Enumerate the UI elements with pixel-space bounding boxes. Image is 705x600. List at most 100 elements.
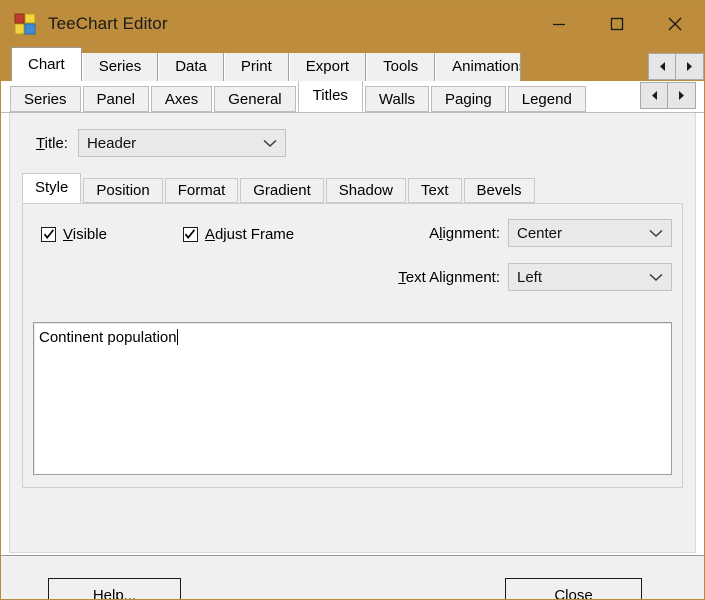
adjust-frame-accel: A — [204, 226, 215, 243]
style-panel: Visible Adjust Frame Alignment: Center T… — [22, 203, 683, 488]
scroll-right-icon — [679, 91, 684, 100]
text-alignment-label: Text Alignment: — [398, 269, 500, 286]
title-tab-bevels[interactable]: Bevels — [463, 178, 535, 203]
title-tab-text[interactable]: Text — [408, 178, 462, 203]
title-selector-value: Header — [86, 134, 137, 152]
title-tab-gradient[interactable]: Gradient — [240, 178, 324, 203]
tab-label: General — [228, 91, 282, 108]
tab-chart[interactable]: Chart — [11, 47, 82, 81]
tab-label: Style — [35, 179, 69, 196]
minimize-icon — [553, 23, 565, 26]
text-alignment-label-post: ext Alignment: — [405, 268, 500, 286]
title-tab-format[interactable]: Format — [164, 178, 239, 203]
title-text-editor[interactable]: Continent population — [33, 322, 672, 475]
alignment-label: Alignment: — [429, 225, 500, 242]
visible-accel: V — [63, 226, 73, 243]
tab-label: Walls — [378, 91, 416, 108]
chart-tab-general[interactable]: General — [214, 86, 296, 112]
chevron-down-icon — [649, 264, 663, 290]
alignment-label-pre: A — [429, 224, 440, 242]
titles-page: Title: Header Style Position Format Grad… — [9, 113, 696, 553]
tab-label: Data — [175, 58, 207, 75]
tab-series[interactable]: Series — [81, 53, 159, 81]
help-button-label: Help... — [93, 587, 137, 600]
chart-tab-scroll-left-button[interactable] — [640, 82, 668, 109]
teechart-editor-window: TeeChart Editor Chart Series Data Print … — [0, 0, 705, 600]
tab-label: Series — [24, 91, 67, 108]
close-button-label: Close — [554, 587, 593, 600]
tab-label: Axes — [164, 91, 199, 108]
title-tab-style[interactable]: Style — [22, 173, 82, 203]
alignment-value: Center — [517, 224, 563, 242]
window-controls — [530, 1, 704, 47]
visible-rest: isible — [72, 226, 107, 243]
tab-export[interactable]: Export — [288, 53, 367, 81]
outer-tab-scroll-left-button[interactable] — [648, 53, 676, 80]
tab-label: Tools — [383, 58, 419, 75]
title-tab-position[interactable]: Position — [83, 178, 163, 203]
tab-label: Legend — [521, 91, 572, 108]
tab-label: Animations — [452, 58, 522, 75]
chart-tab-scroll-buttons — [640, 82, 704, 112]
text-alignment-dropdown[interactable]: Left — [508, 263, 672, 291]
chart-tab-walls[interactable]: Walls — [364, 86, 430, 112]
teechart-app-icon — [14, 13, 36, 35]
title-selector-label: Title: — [36, 135, 68, 152]
alignment-controls: Alignment: Center Text Alignment: Left — [334, 219, 672, 307]
adjust-frame-checkbox[interactable]: Adjust Frame — [182, 226, 294, 243]
scroll-left-icon — [651, 91, 657, 100]
text-alignment-row: Text Alignment: Left — [334, 263, 672, 291]
chart-tab-strip: Series Panel Axes General Titles Walls P… — [1, 81, 704, 113]
outer-tab-scroll-buttons — [648, 46, 704, 81]
chevron-down-icon — [263, 130, 277, 156]
outer-tab-scroll-right-button[interactable] — [676, 53, 704, 80]
tab-animations[interactable]: Animations — [435, 53, 522, 81]
tab-label: Bevels — [476, 182, 522, 199]
title-tab-shadow[interactable]: Shadow — [325, 178, 407, 203]
title-selector-row: Title: Header — [10, 113, 695, 157]
tab-data[interactable]: Data — [158, 53, 224, 81]
close-icon — [668, 17, 682, 31]
tab-label: Paging — [445, 91, 492, 108]
visible-checkbox[interactable]: Visible — [41, 226, 107, 243]
help-rest: elp... — [103, 587, 137, 600]
close-button[interactable] — [646, 1, 704, 47]
maximize-button[interactable] — [588, 1, 646, 47]
help-button[interactable]: Help... — [48, 578, 181, 600]
tab-label: Shadow — [338, 182, 394, 199]
tab-label: Format — [177, 182, 226, 199]
tab-label: Panel — [96, 91, 135, 108]
tab-label: Gradient — [253, 182, 311, 199]
window-title: TeeChart Editor — [48, 14, 168, 33]
chart-tab-series[interactable]: Series — [10, 86, 81, 112]
tab-label: Series — [98, 58, 142, 75]
scroll-right-icon — [687, 62, 692, 71]
outer-tab-strip: Chart Series Data Print Export Tools Ani… — [1, 47, 704, 81]
chart-tab-scroll-right-button[interactable] — [668, 82, 696, 109]
tab-tools[interactable]: Tools — [366, 53, 436, 81]
text-alignment-label-accel: T — [398, 268, 406, 286]
chart-page-client-area: Series Panel Axes General Titles Walls P… — [1, 81, 704, 555]
tab-label: Position — [96, 182, 150, 199]
chart-tab-legend[interactable]: Legend — [507, 86, 586, 112]
text-alignment-value: Left — [517, 268, 543, 286]
tab-label: Print — [240, 58, 272, 75]
close-dialog-button[interactable]: Close — [505, 578, 642, 600]
chart-tab-paging[interactable]: Paging — [431, 86, 506, 112]
text-caret — [176, 329, 178, 345]
chart-tab-titles[interactable]: Titles — [297, 81, 363, 112]
title-bar: TeeChart Editor — [1, 1, 704, 47]
scroll-left-icon — [659, 62, 665, 71]
alignment-dropdown[interactable]: Center — [508, 219, 672, 247]
visible-checkbox-label: Visible — [63, 226, 107, 243]
title-style-tab-strip: Style Position Format Gradient Shadow Te… — [22, 173, 695, 203]
title-selector-label-accel: T — [36, 134, 45, 152]
tab-print[interactable]: Print — [223, 53, 289, 81]
adjust-frame-rest: djust Frame — [214, 226, 295, 243]
title-selector-dropdown[interactable]: Header — [77, 129, 286, 157]
adjust-frame-checkbox-label: Adjust Frame — [205, 226, 294, 243]
maximize-icon — [610, 17, 624, 31]
minimize-button[interactable] — [530, 1, 588, 47]
chart-tab-panel[interactable]: Panel — [82, 86, 149, 112]
chart-tab-axes[interactable]: Axes — [150, 86, 213, 112]
